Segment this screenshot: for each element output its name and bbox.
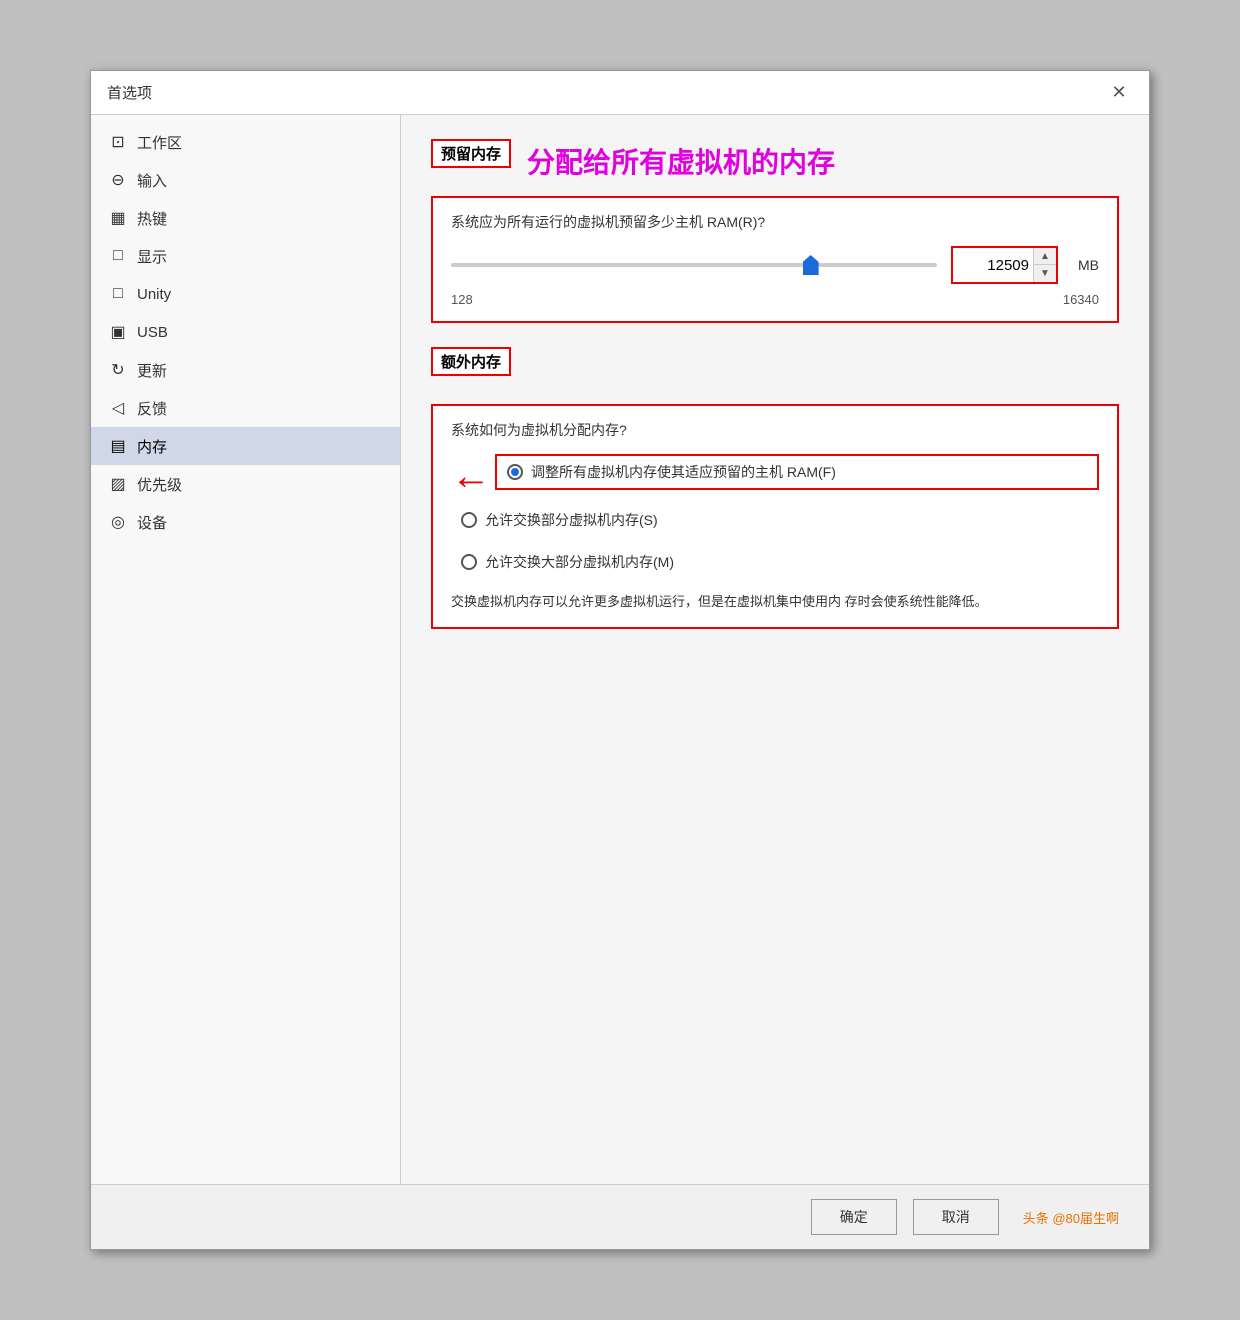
display-icon: □ — [107, 247, 129, 265]
radio-circle-swap-most — [461, 554, 477, 570]
sidebar-item-label: Unity — [137, 286, 171, 303]
sidebar: ⊡ 工作区 ⊖ 输入 ▦ 热键 □ 显示 □ Unity ▣ USB — [91, 115, 401, 1184]
slider-thumb[interactable] — [803, 255, 819, 275]
dialog-title: 首选项 — [107, 82, 152, 103]
sidebar-item-workspace[interactable]: ⊡ 工作区 — [91, 123, 400, 161]
sidebar-item-label: 显示 — [137, 246, 167, 267]
sidebar-item-usb[interactable]: ▣ USB — [91, 313, 400, 351]
sidebar-item-label: 设备 — [137, 512, 167, 533]
sidebar-item-label: 热键 — [137, 208, 167, 229]
cancel-button[interactable]: 取消 — [913, 1199, 999, 1235]
radio-option-swap-most[interactable]: 允许交换大部分虚拟机内存(M) — [451, 546, 1099, 578]
radio-option-swap-partial[interactable]: 允许交换部分虚拟机内存(S) — [451, 504, 1099, 536]
sidebar-item-feedback[interactable]: ◁ 反馈 — [91, 389, 400, 427]
hotkey-icon: ▦ — [107, 208, 129, 228]
extra-memory-box: 系统如何为虚拟机分配内存? ← 调整所有虚拟机内存使其适应预留的主机 RAM(F… — [431, 404, 1119, 629]
update-icon: ↻ — [107, 360, 129, 380]
ok-button[interactable]: 确定 — [811, 1199, 897, 1235]
arrow-indicator: ← — [451, 454, 491, 499]
sidebar-item-update[interactable]: ↻ 更新 — [91, 351, 400, 389]
extra-memory-section: 额外内存 系统如何为虚拟机分配内存? ← 调整所有虚拟机内存使其适应预留的主机 … — [431, 347, 1119, 629]
preferences-dialog: 首选项 ✕ ⊡ 工作区 ⊖ 输入 ▦ 热键 □ 显示 □ Unity — [90, 70, 1150, 1250]
radio-circle-swap-partial — [461, 512, 477, 528]
slider-row: ▲ ▼ MB — [451, 246, 1099, 284]
sidebar-item-input[interactable]: ⊖ 输入 — [91, 161, 400, 199]
sidebar-item-priority[interactable]: ▨ 优先级 — [91, 465, 400, 503]
range-max: 16340 — [1063, 292, 1099, 307]
spinbox-up-button[interactable]: ▲ — [1034, 248, 1056, 265]
memory-icon: ▤ — [107, 436, 129, 456]
sidebar-item-label: 输入 — [137, 170, 167, 191]
slider-range: 128 16340 — [451, 292, 1099, 307]
reserved-desc: 系统应为所有运行的虚拟机预留多少主机 RAM(R)? — [451, 212, 1099, 232]
sidebar-item-memory[interactable]: ▤ 内存 — [91, 427, 400, 465]
reserved-memory-label: 预留内存 — [431, 139, 511, 168]
workspace-icon: ⊡ — [107, 132, 129, 152]
extra-memory-label: 额外内存 — [431, 347, 511, 376]
radio-label-swap-partial: 允许交换部分虚拟机内存(S) — [485, 510, 658, 530]
memory-slider[interactable] — [451, 255, 937, 275]
spinbox-buttons: ▲ ▼ — [1033, 248, 1056, 282]
radio-label-swap-most: 允许交换大部分虚拟机内存(M) — [485, 552, 674, 572]
dialog-body: ⊡ 工作区 ⊖ 输入 ▦ 热键 □ 显示 □ Unity ▣ USB — [91, 115, 1149, 1184]
device-icon: ◎ — [107, 512, 129, 532]
annotation-text: 分配给所有虚拟机的内存 — [527, 141, 835, 181]
extra-note: 交换虚拟机内存可以允许更多虚拟机运行，但是在虚拟机集中使用内 存时会使系统性能降… — [451, 592, 1099, 613]
sidebar-item-label: 优先级 — [137, 474, 182, 495]
title-bar: 首选项 ✕ — [91, 71, 1149, 115]
usb-icon: ▣ — [107, 322, 129, 342]
spinbox-wrapper: ▲ ▼ — [951, 246, 1058, 284]
sidebar-item-label: 工作区 — [137, 132, 182, 153]
range-min: 128 — [451, 292, 473, 307]
watermark: 头条 @80届生啊 — [1023, 1208, 1119, 1227]
feedback-icon: ◁ — [107, 398, 129, 418]
unity-icon: □ — [107, 285, 129, 303]
slider-fill — [451, 263, 811, 267]
slider-track — [451, 263, 937, 267]
main-content: 预留内存 分配给所有虚拟机的内存 系统应为所有运行的虚拟机预留多少主机 RAM(… — [401, 115, 1149, 1184]
sidebar-item-label: 更新 — [137, 360, 167, 381]
sidebar-item-label: 内存 — [137, 436, 167, 457]
close-button[interactable]: ✕ — [1105, 79, 1133, 107]
dialog-footer: 确定 取消 头条 @80届生啊 — [91, 1184, 1149, 1249]
radio-label-fit: 调整所有虚拟机内存使其适应预留的主机 RAM(F) — [531, 462, 836, 482]
sidebar-item-label: USB — [137, 324, 168, 341]
radio-option-fit[interactable]: 调整所有虚拟机内存使其适应预留的主机 RAM(F) — [495, 454, 1099, 490]
sidebar-item-unity[interactable]: □ Unity — [91, 275, 400, 313]
reserved-memory-box: 系统应为所有运行的虚拟机预留多少主机 RAM(R)? ▲ — [431, 196, 1119, 323]
extra-desc: 系统如何为虚拟机分配内存? — [451, 420, 1099, 440]
radio-circle-fit — [507, 464, 523, 480]
memory-spinbox[interactable] — [953, 248, 1033, 282]
sidebar-item-label: 反馈 — [137, 398, 167, 419]
spinbox-down-button[interactable]: ▼ — [1034, 265, 1056, 282]
reserved-memory-header: 预留内存 分配给所有虚拟机的内存 — [431, 139, 1119, 182]
priority-icon: ▨ — [107, 474, 129, 494]
mb-unit-label: MB — [1078, 257, 1099, 273]
input-icon: ⊖ — [107, 170, 129, 190]
sidebar-item-device[interactable]: ◎ 设备 — [91, 503, 400, 541]
sidebar-item-display[interactable]: □ 显示 — [91, 237, 400, 275]
sidebar-item-hotkey[interactable]: ▦ 热键 — [91, 199, 400, 237]
